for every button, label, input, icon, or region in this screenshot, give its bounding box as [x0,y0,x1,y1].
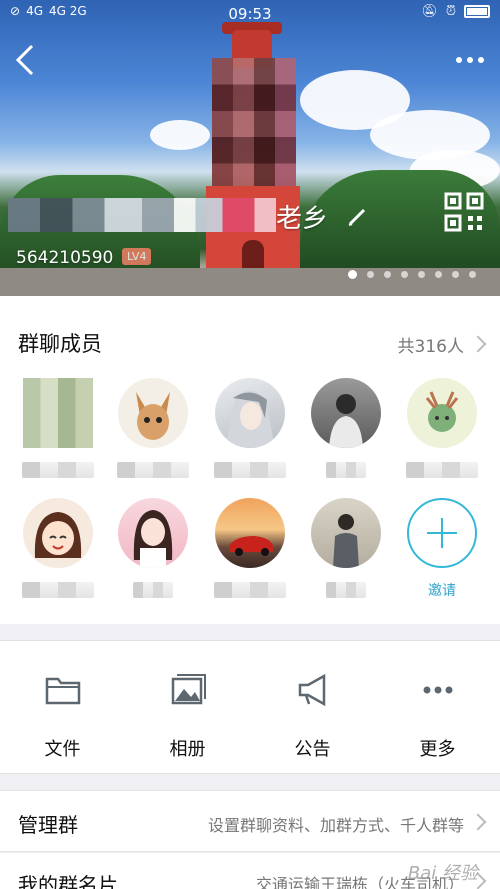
edit-pencil-icon[interactable] [346,204,370,228]
member-avatar [215,378,285,448]
member-name-blurred [406,462,478,478]
member-avatar [311,498,381,568]
group-name: 老乡 [276,204,329,234]
member-name-blurred [214,462,286,478]
more-actions-button[interactable]: 更多 [375,641,500,775]
blurred-name-region [8,198,276,232]
group-id: 564210590 [16,248,114,268]
member-item[interactable] [105,498,201,598]
more-label: 更多 [419,739,456,760]
member-name-blurred [326,582,366,598]
members-count[interactable]: 共316人 [398,332,464,357]
status-bar: ⊘ 4G 4G 2G 09:53 🔕︎ ⏰︎ [0,0,500,28]
battery-icon [464,5,490,18]
carousel-indicator [348,270,476,279]
member-item[interactable] [202,498,298,598]
album-button[interactable]: 相册 [125,641,250,775]
member-avatar [23,378,93,448]
files-label: 文件 [44,739,81,760]
member-avatar [118,378,188,448]
member-name-blurred [133,582,173,598]
group-cover-banner[interactable]: ⊘ 4G 4G 2G 09:53 🔕︎ ⏰︎ 老乡 564210590 LV4 [0,0,500,296]
plus-icon [407,498,477,568]
qr-code-icon[interactable] [444,192,484,232]
files-button[interactable]: 文件 [0,641,125,775]
alarm-icon: ⏰︎ [445,4,456,19]
invite-label: 邀请 [428,583,456,599]
members-section: 群聊成员 共316人 邀请 [0,296,500,624]
manage-group-row[interactable]: 管理群 设置群聊资料、加群方式、千人群等 [0,790,500,852]
notice-button[interactable]: 公告 [250,641,375,775]
member-avatar [23,498,93,568]
folder-icon [45,677,81,705]
level-badge: LV4 [122,248,152,265]
megaphone-icon [298,673,326,707]
more-horizontal-icon [423,686,453,694]
member-name-blurred [326,462,366,478]
member-item[interactable] [202,378,298,478]
member-name-blurred [117,462,189,478]
member-avatar [311,378,381,448]
manage-group-title: 管理群 [18,813,78,837]
manage-group-value: 设置群聊资料、加群方式、千人群等 [207,816,464,835]
member-name-blurred [214,582,286,598]
member-item[interactable] [298,378,394,478]
member-name-blurred [22,582,94,598]
notice-label: 公告 [294,739,331,760]
album-icon [171,674,206,705]
member-item[interactable] [10,378,106,478]
members-title: 群聊成员 [18,332,102,356]
member-avatar [118,498,188,568]
watermark: Bai 经验 [407,863,478,884]
back-button[interactable] [8,40,44,80]
album-label: 相册 [169,739,206,760]
member-item[interactable] [105,378,201,478]
mute-icon: 🔕︎ [421,4,438,19]
member-avatar [407,378,477,448]
more-options-button[interactable] [452,48,488,72]
chevron-right-icon [469,335,487,353]
chevron-right-icon [469,813,487,831]
member-item[interactable] [298,498,394,598]
member-item[interactable] [10,498,106,598]
member-item[interactable] [394,378,490,478]
my-group-card-title: 我的群名片 [18,873,118,889]
invite-button[interactable]: 邀请 [394,498,490,600]
group-actions-bar: 文件 相册 公告 更多 [0,640,500,774]
back-arrow-icon [15,44,34,76]
member-name-blurred [22,462,94,478]
member-avatar [215,498,285,568]
